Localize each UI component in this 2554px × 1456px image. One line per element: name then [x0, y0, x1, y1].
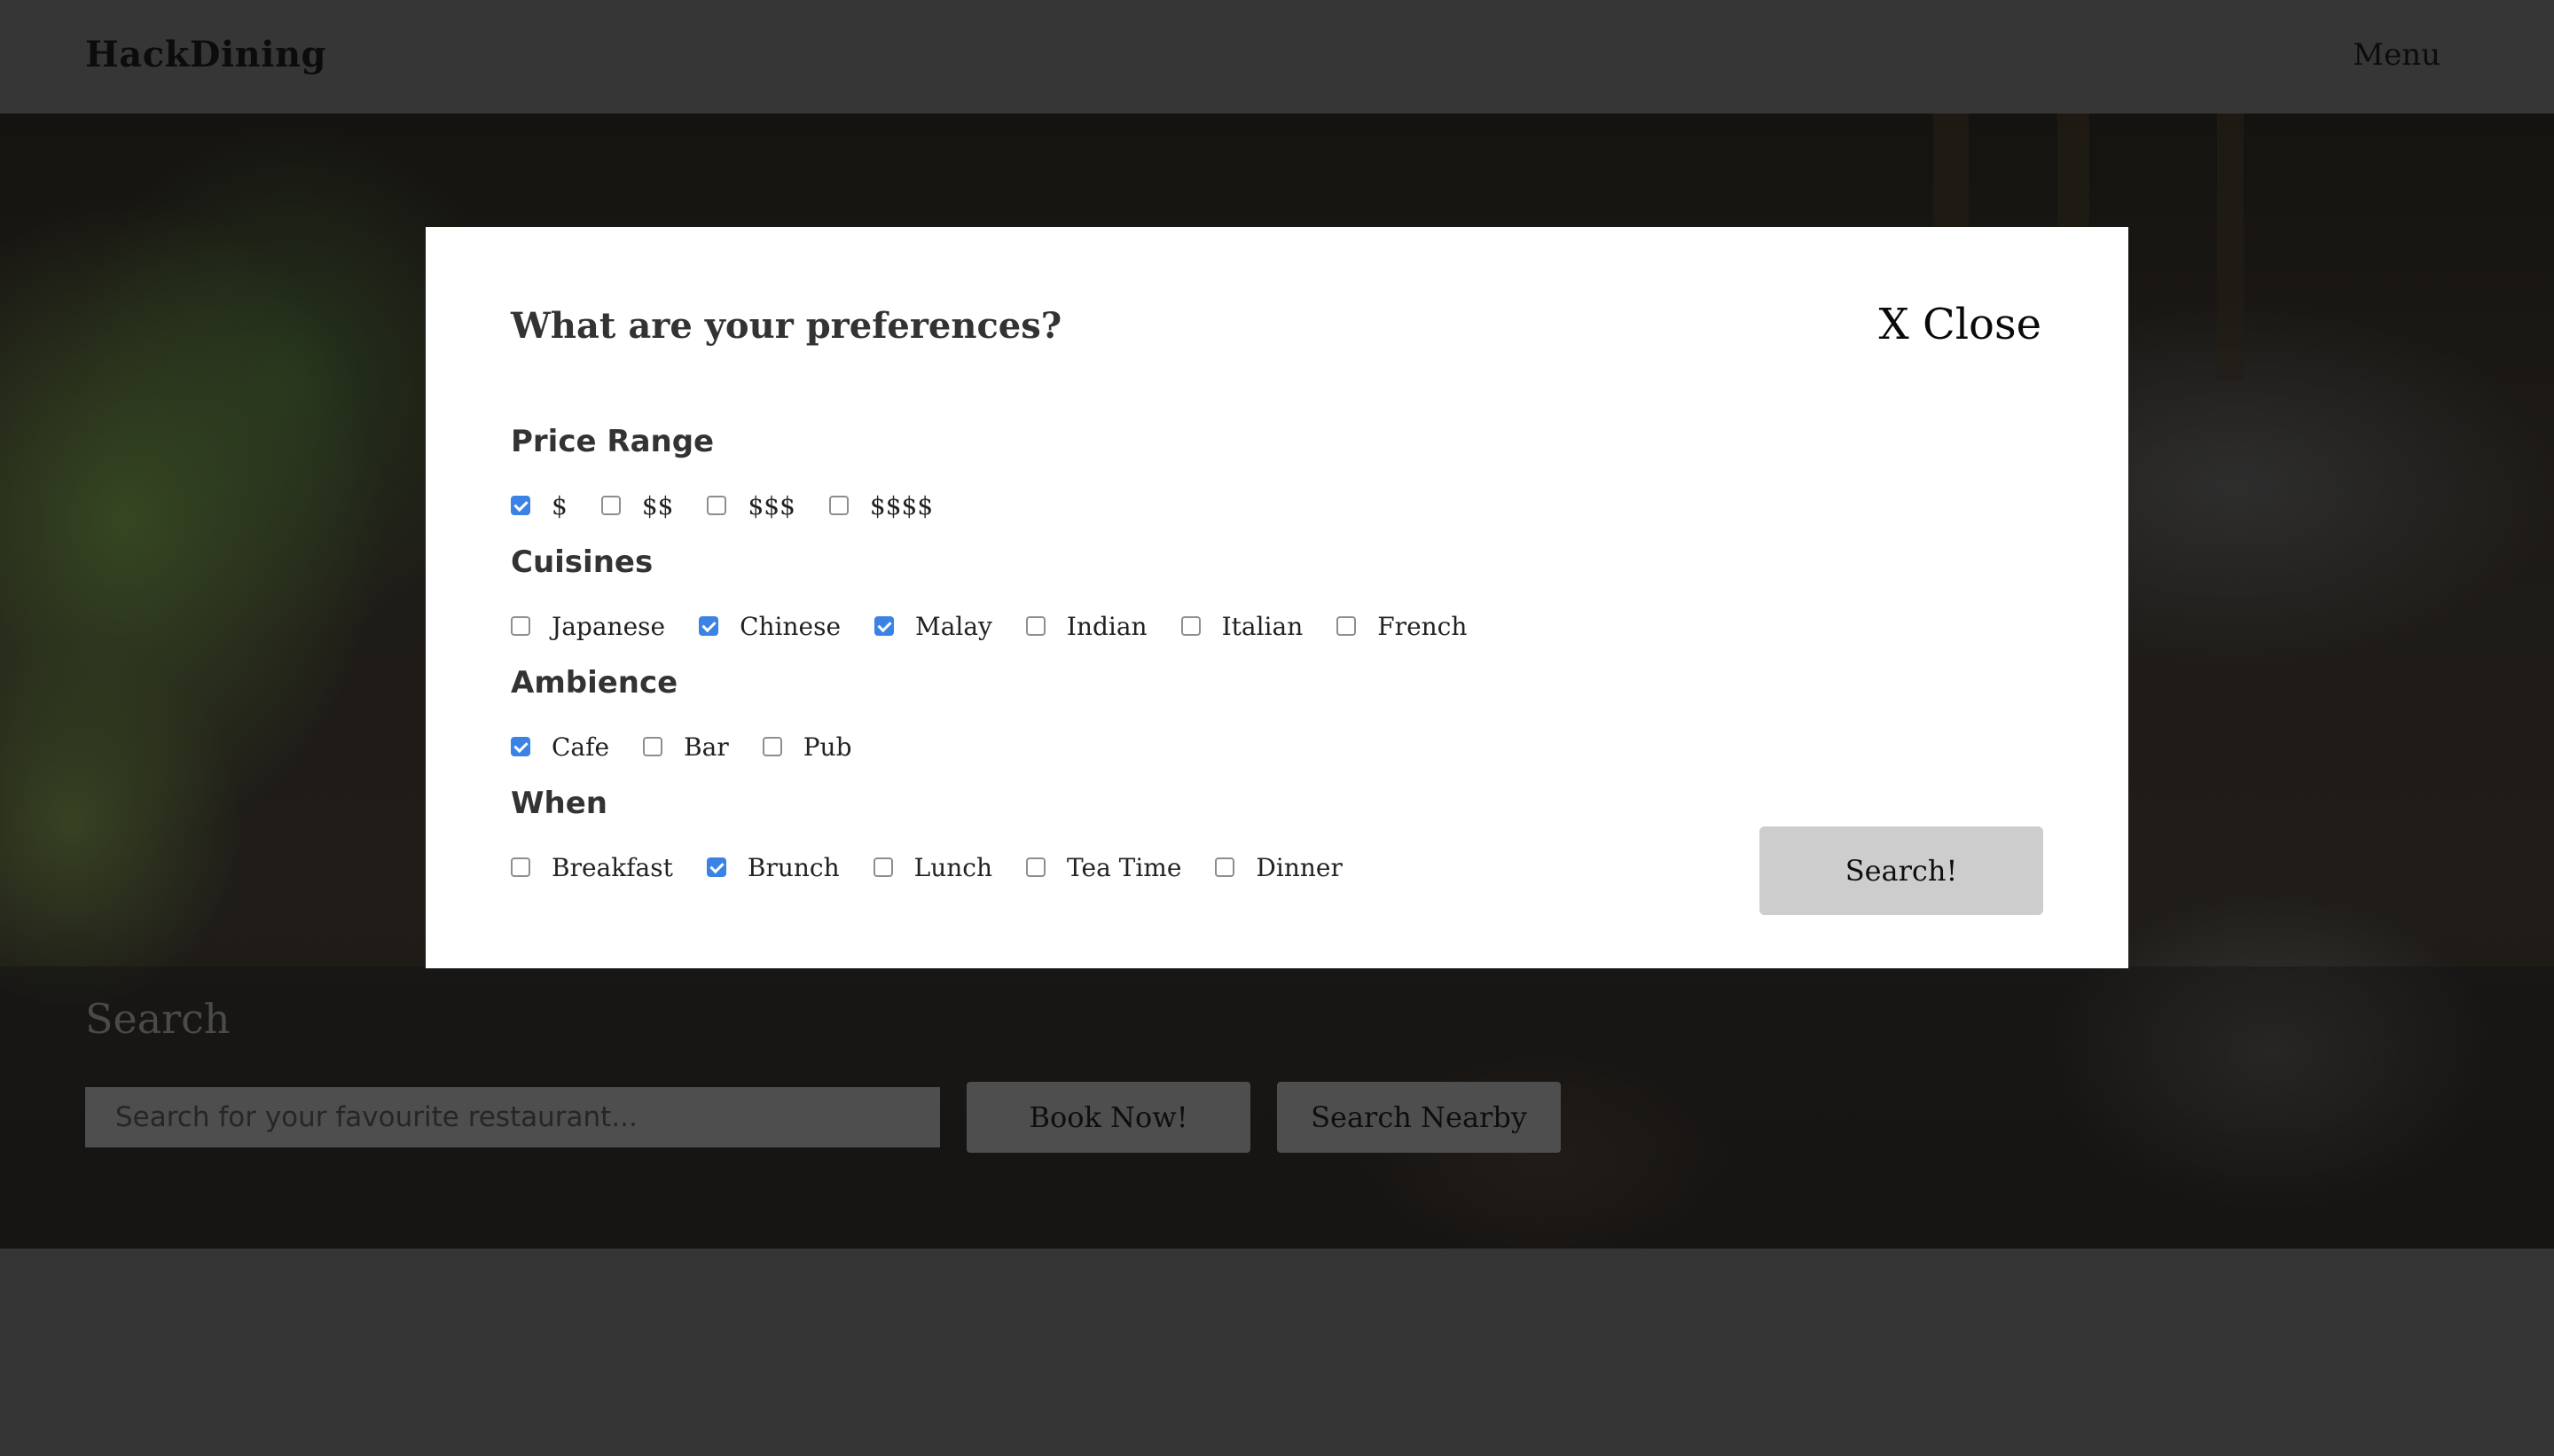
- section-title-price-range: Price Range: [511, 424, 715, 459]
- option-label: Pub: [803, 732, 852, 762]
- when-option[interactable]: Lunch: [873, 852, 992, 882]
- menu-link[interactable]: Menu: [2353, 37, 2440, 73]
- checkbox[interactable]: [1215, 857, 1235, 877]
- option-label: Indian: [1066, 611, 1148, 641]
- restaurant-search-input[interactable]: [85, 1087, 940, 1147]
- option-label: French: [1377, 611, 1468, 641]
- option-label: Cafe: [552, 732, 610, 762]
- option-label: Chinese: [740, 611, 842, 641]
- checkbox[interactable]: [600, 496, 621, 515]
- when-option[interactable]: Breakfast: [511, 853, 673, 882]
- when-option[interactable]: Tea Time: [1026, 853, 1181, 882]
- section-title-when: When: [511, 786, 607, 821]
- option-label: Lunch: [913, 852, 992, 882]
- ambience-option[interactable]: Pub: [762, 732, 852, 762]
- option-label: $$$: [748, 490, 795, 521]
- when-options: Breakfast Brunch Lunch Tea Time Dinner: [511, 849, 1376, 885]
- top-navbar: HackDining Menu: [0, 0, 2554, 114]
- option-label: $$$$: [869, 490, 934, 521]
- when-option[interactable]: Brunch: [706, 852, 840, 882]
- ambience-option[interactable]: Cafe: [511, 732, 609, 762]
- checkbox[interactable]: [511, 616, 530, 636]
- checkbox[interactable]: [511, 737, 530, 756]
- checkbox[interactable]: [873, 857, 893, 877]
- cuisine-option[interactable]: French: [1336, 612, 1467, 641]
- price-option[interactable]: $$$: [707, 491, 795, 521]
- search-heading: Search: [85, 995, 231, 1043]
- ambience-option[interactable]: Bar: [643, 732, 729, 762]
- cuisine-option[interactable]: Indian: [1025, 611, 1148, 641]
- checkbox[interactable]: [706, 857, 726, 877]
- option-label: $: [552, 490, 568, 521]
- brand-logo[interactable]: HackDining: [85, 34, 326, 75]
- option-label: Bar: [684, 732, 729, 762]
- when-option[interactable]: Dinner: [1215, 852, 1343, 882]
- option-label: Breakfast: [552, 852, 673, 882]
- price-range-options: $ $$ $$$ $$$$: [511, 488, 967, 523]
- cuisine-option[interactable]: Italian: [1180, 611, 1304, 641]
- search-submit-button[interactable]: Search!: [1759, 826, 2043, 915]
- cuisine-options: Japanese Chinese Malay Indian Italian Fr…: [511, 608, 1500, 644]
- section-title-cuisines: Cuisines: [511, 544, 654, 580]
- checkbox[interactable]: [1336, 616, 1357, 636]
- option-label: $$: [641, 490, 674, 521]
- price-option[interactable]: $$: [600, 490, 674, 521]
- option-label: Malay: [915, 611, 992, 641]
- cuisine-option[interactable]: Malay: [874, 612, 992, 641]
- price-option[interactable]: $: [511, 491, 568, 521]
- option-label: Japanese: [552, 611, 666, 641]
- option-label: Dinner: [1256, 852, 1343, 882]
- search-nearby-button[interactable]: Search Nearby: [1277, 1082, 1561, 1153]
- checkbox[interactable]: [1180, 616, 1201, 636]
- price-option[interactable]: $$$$: [828, 490, 934, 521]
- section-title-ambience: Ambience: [511, 665, 678, 701]
- checkbox[interactable]: [1025, 616, 1046, 636]
- checkbox[interactable]: [699, 616, 719, 636]
- background-decor: [2217, 114, 2244, 380]
- ambience-options: Cafe Bar Pub: [511, 729, 886, 764]
- cuisine-option[interactable]: Chinese: [699, 612, 841, 641]
- checkbox[interactable]: [643, 737, 663, 756]
- option-label: Italian: [1221, 611, 1304, 641]
- close-button[interactable]: X Close: [1879, 300, 2041, 349]
- checkbox[interactable]: [707, 496, 727, 515]
- checkbox[interactable]: [511, 496, 530, 515]
- checkbox[interactable]: [828, 496, 849, 515]
- book-now-button[interactable]: Book Now!: [967, 1082, 1250, 1153]
- option-label: Brunch: [747, 852, 840, 882]
- checkbox[interactable]: [1026, 857, 1046, 877]
- option-label: Tea Time: [1067, 852, 1182, 882]
- checkbox[interactable]: [874, 616, 895, 636]
- preferences-modal: What are your preferences? X Close Price…: [426, 227, 2128, 968]
- cuisine-option[interactable]: Japanese: [511, 612, 665, 641]
- checkbox[interactable]: [511, 857, 530, 877]
- checkbox[interactable]: [762, 737, 782, 756]
- modal-title: What are your preferences?: [511, 305, 1062, 347]
